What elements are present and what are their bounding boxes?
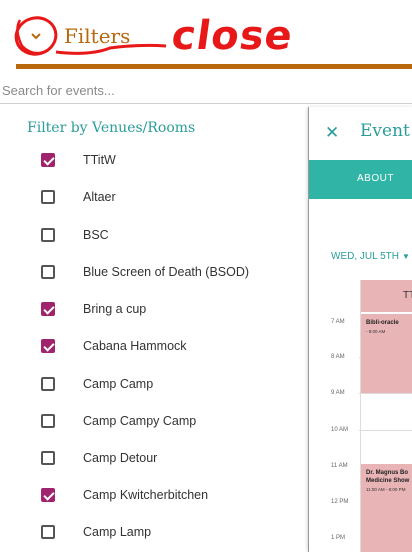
checkbox[interactable] (41, 524, 55, 539)
search-underline (0, 103, 412, 104)
filter-section-title: Filter by Venues/Rooms (27, 120, 196, 136)
time-label: 12 PM (331, 499, 349, 505)
venue-label: BSC (83, 227, 109, 242)
venue-item[interactable]: Camp Camp (0, 365, 300, 402)
time-label: 1 PM (331, 535, 346, 541)
venue-item[interactable]: Altaer (0, 178, 300, 215)
hour-line (359, 393, 412, 394)
checkbox[interactable] (41, 487, 55, 502)
checkbox[interactable] (41, 450, 55, 465)
close-icon[interactable]: ✕ (325, 123, 339, 143)
checkbox[interactable] (41, 301, 55, 316)
time-label: 7 AM (331, 319, 345, 325)
event-panel-title: Event I (360, 121, 412, 141)
checkbox[interactable] (41, 413, 55, 428)
checkbox[interactable] (41, 264, 55, 279)
venue-label: TTitW (83, 152, 116, 167)
venue-item[interactable]: TTitW (0, 141, 300, 178)
venue-label: Camp Lamp (83, 524, 152, 539)
filters-header: Filters close (0, 0, 412, 69)
event-time: - 9:00 AM (366, 329, 386, 334)
filters-title: Filters (64, 24, 131, 48)
event-block[interactable]: Dr. Magnus Bo Medicine Show 11:00 AM - 6… (361, 464, 412, 552)
event-title-line2: Medicine Show (366, 478, 410, 484)
venue-label: Camp Kwitcherbitchen (83, 487, 209, 502)
venue-label: Cabana Hammock (83, 338, 187, 353)
search-bar (0, 76, 412, 104)
venue-label: Blue Screen of Death (BSOD) (83, 264, 250, 279)
header-divider (16, 64, 412, 69)
venue-item[interactable]: Camp Kwitcherbitchen (0, 476, 300, 513)
hour-line (359, 430, 412, 431)
venue-label: Camp Camp (83, 376, 154, 391)
venue-label: Camp Campy Camp (83, 413, 197, 428)
venue-item[interactable]: Camp Campy Camp (0, 402, 300, 439)
venue-item[interactable]: Cabana Hammock (0, 327, 300, 364)
venue-label: Camp Detour (83, 450, 158, 465)
event-time: 11:00 AM - 6:00 PM (366, 487, 406, 492)
venue-label: Bring a cup (83, 301, 147, 316)
tab-about[interactable]: ABOUT (357, 173, 394, 184)
event-panel-header: ✕ Event I (309, 107, 412, 159)
close-annotation-text: close (168, 13, 297, 59)
checkbox[interactable] (41, 338, 55, 353)
venue-item[interactable]: Camp Lamp (0, 513, 300, 550)
event-block[interactable]: Bibli-oracle - 9:00 AM (361, 314, 412, 393)
time-label: 11 AM (331, 463, 348, 469)
checkbox[interactable] (41, 189, 55, 204)
checkbox[interactable] (41, 376, 55, 391)
chevron-down-icon[interactable] (28, 28, 44, 44)
venue-column-label: TT (403, 290, 412, 301)
search-input[interactable] (0, 76, 402, 104)
date-label: WED, JUL 5TH (331, 251, 399, 262)
checkbox[interactable] (41, 152, 55, 167)
date-selector[interactable]: WED, JUL 5TH ▼ (331, 251, 410, 262)
venue-item[interactable]: Camp Detour (0, 439, 300, 476)
event-title: Bibli-oracle (366, 320, 399, 326)
time-label: 10 AM (331, 427, 349, 433)
chevron-down-icon: ▼ (401, 252, 410, 261)
event-title: Dr. Magnus Bo (366, 470, 409, 476)
venue-item[interactable]: Blue Screen of Death (BSOD) (0, 253, 300, 290)
event-tabs: ABOUT (309, 160, 412, 199)
venue-label: Altaer (83, 189, 116, 204)
venue-item[interactable]: BSC (0, 216, 300, 253)
event-panel: ✕ Event I ABOUT WED, JUL 5TH▼ TT 7 AM 8 … (308, 107, 412, 552)
venue-column-header: TT (361, 280, 412, 312)
time-label: 9 AM (331, 390, 345, 396)
time-label: 8 AM (331, 354, 345, 360)
checkbox[interactable] (41, 227, 55, 242)
venue-item[interactable]: Bring a cup (0, 290, 300, 327)
